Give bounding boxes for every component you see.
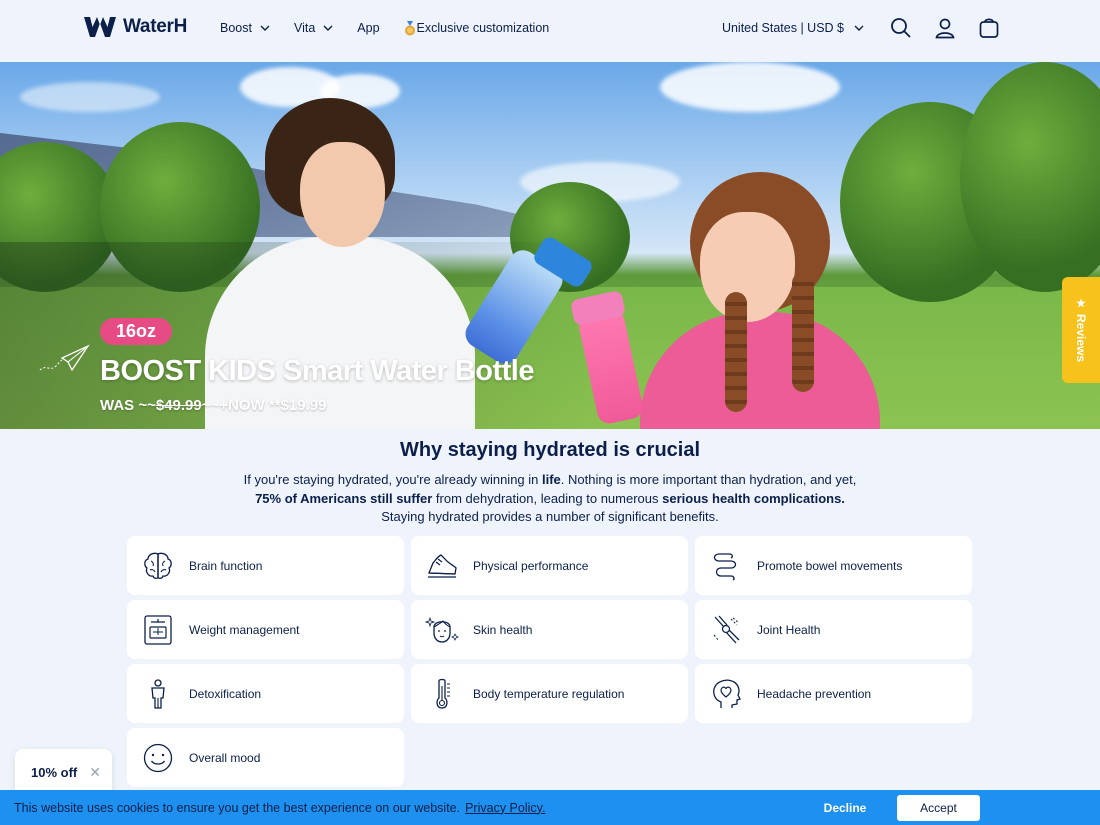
intro-text: Staying hydrated provides a number of si… — [381, 509, 719, 525]
search-icon[interactable] — [890, 17, 912, 39]
joint-icon — [713, 615, 740, 643]
logo[interactable]: WaterH — [83, 14, 187, 40]
hero-image-girl-braid — [792, 272, 814, 392]
nav-boost[interactable]: Boost — [220, 21, 270, 35]
hero-price: WAS ~~$49.99~~+NOW **$19.99 — [100, 397, 326, 414]
nav-exclusive-customization[interactable]: Exclusive customization — [404, 20, 550, 36]
nav-vita[interactable]: Vita — [294, 21, 333, 35]
benefit-label: Detoxification — [189, 686, 262, 701]
now-price: $19.99 — [280, 397, 327, 414]
smile-icon — [143, 743, 173, 772]
header-tools: United States | USD $ — [722, 0, 1000, 56]
site-header: WaterH Boost Vita App Exclusive customiz… — [0, 0, 1100, 62]
account-icon[interactable] — [934, 17, 956, 39]
benefit-label: Weight management — [189, 622, 300, 637]
intro-text: If you're staying hydrated, you're alrea… — [243, 472, 542, 487]
benefit-card-brain: Brain function — [127, 536, 404, 595]
benefit-card-detox: Detoxification — [127, 664, 404, 723]
chevron-down-icon — [323, 25, 333, 31]
locale-selector[interactable]: United States | USD $ — [722, 21, 864, 35]
benefit-card-physical: Physical performance — [411, 536, 688, 595]
close-icon[interactable]: ✕ — [89, 764, 101, 781]
benefit-label: Joint Health — [757, 622, 821, 637]
price-prefix: WAS ~~ — [100, 397, 156, 414]
hero-title: BOOST KIDS Smart Water Bottle — [100, 355, 534, 387]
scale-icon — [144, 614, 172, 645]
star-icon — [1076, 298, 1086, 308]
intro-bold: serious — [662, 490, 709, 506]
cloud-decoration — [660, 62, 840, 112]
cart-icon[interactable] — [978, 17, 1000, 39]
cloud-decoration — [20, 82, 160, 112]
benefit-card-temperature: Body temperature regulation — [411, 664, 688, 723]
nav-vita-label: Vita — [293, 21, 316, 35]
section-title: Why staying hydrated is crucial — [399, 439, 701, 461]
medal-icon — [404, 20, 415, 35]
benefit-card-mood: Overall mood — [127, 728, 404, 787]
privacy-policy-link[interactable]: Privacy Policy. — [465, 801, 545, 815]
reviews-tab-content: Reviews — [1074, 298, 1088, 362]
intro-text: from dehydration, leading to numerous — [432, 490, 663, 506]
intro-bold: 75% of Americans still suffer — [255, 490, 433, 506]
chevron-down-icon — [854, 25, 864, 31]
benefit-card-joint: Joint Health — [695, 600, 972, 659]
main-nav: Boost Vita App Exclusive customization — [220, 0, 549, 56]
chevron-down-icon — [260, 25, 270, 31]
hero-image-girl-braid — [725, 292, 747, 412]
reviews-label: Reviews — [1074, 313, 1088, 363]
was-price: $49.99 — [155, 397, 202, 414]
paper-plane-icon — [39, 344, 90, 372]
intestine-icon — [713, 552, 737, 581]
thermometer-icon — [436, 678, 450, 709]
logo-mark-icon — [84, 17, 116, 37]
benefit-label: Promote bowel movements — [757, 558, 903, 573]
head-heart-icon — [713, 679, 741, 708]
locale-label: United States | USD $ — [721, 21, 844, 35]
price-mid: ~~+NOW ** — [201, 397, 281, 414]
discount-popup: 10% off ✕ — [15, 749, 112, 795]
benefit-label: Physical performance — [473, 558, 589, 573]
benefit-card-headache: Headache prevention — [695, 664, 972, 723]
sneaker-icon — [428, 553, 457, 578]
nav-app-label: App — [357, 21, 380, 35]
nav-exclusive-label: Exclusive customization — [416, 21, 550, 35]
cookie-text: This website uses cookies to ensure you … — [14, 800, 461, 815]
brain-icon — [144, 552, 172, 579]
benefit-label: Overall mood — [189, 750, 261, 765]
accept-button[interactable]: Accept — [897, 795, 980, 821]
hero-banner[interactable]: 16oz BOOST KIDS Smart Water Bottle WAS ~… — [0, 62, 1100, 429]
nav-boost-label: Boost — [220, 21, 252, 35]
hero-image-boy-face — [300, 142, 385, 247]
intro-bold: life — [542, 472, 561, 487]
cookie-banner: This website uses cookies to ensure you … — [0, 790, 1100, 825]
discount-label[interactable]: 10% off — [31, 765, 77, 780]
benefit-label: Headache prevention — [757, 686, 872, 701]
face-sparkle-icon — [425, 616, 459, 643]
benefit-label: Brain function — [189, 558, 263, 573]
nav-app[interactable]: App — [357, 21, 379, 35]
intro-bold: health complications. — [712, 490, 845, 506]
benefit-label: Skin health — [473, 622, 533, 637]
benefit-card-weight: Weight management — [127, 600, 404, 659]
benefit-label: Body temperature regulation — [473, 686, 625, 701]
section-intro: If you're staying hydrated, you're alrea… — [236, 471, 864, 527]
intro-text: . Nothing is more important than hydrati… — [560, 472, 857, 487]
hero-image-girl-face — [700, 212, 795, 322]
body-icon — [151, 678, 165, 709]
reviews-tab[interactable]: Reviews — [1062, 277, 1100, 383]
benefit-card-skin: Skin health — [411, 600, 688, 659]
size-badge: 16oz — [100, 318, 173, 345]
logo-text: WaterH — [123, 16, 188, 37]
benefit-card-bowel: Promote bowel movements — [695, 536, 972, 595]
decline-button[interactable]: Decline — [800, 795, 890, 821]
